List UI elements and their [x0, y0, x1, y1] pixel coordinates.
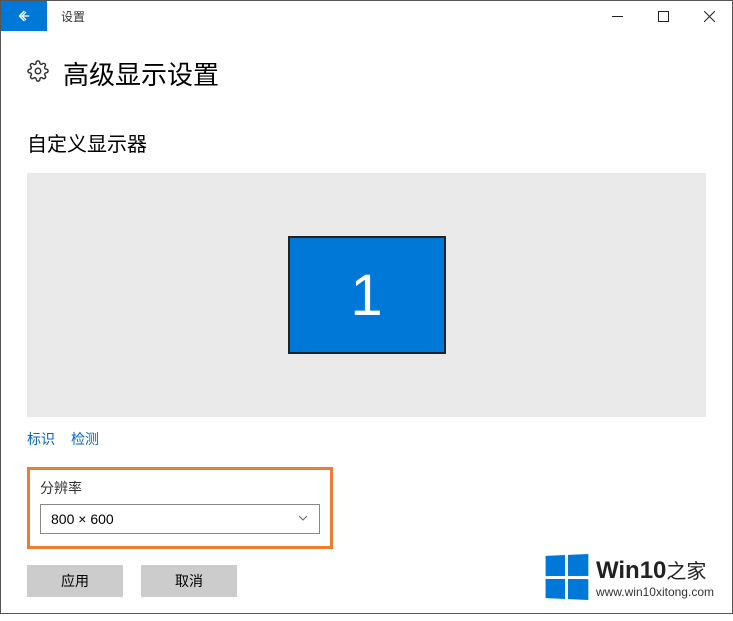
identify-link[interactable]: 标识 — [27, 429, 55, 449]
monitor-number: 1 — [350, 262, 382, 329]
resolution-block: 分辨率 800 × 600 — [27, 467, 333, 549]
titlebar: 设置 — [1, 1, 732, 31]
display-preview-area[interactable]: 1 — [27, 173, 706, 417]
resolution-value: 800 × 600 — [51, 511, 114, 527]
page-title: 高级显示设置 — [63, 55, 219, 92]
page-header: 高级显示设置 — [27, 55, 706, 92]
watermark: Win10之家 www.win10xitong.com — [544, 555, 714, 599]
monitor-tile[interactable]: 1 — [288, 236, 446, 354]
minimize-button[interactable] — [594, 1, 640, 31]
gear-icon — [27, 60, 49, 87]
window-title: 设置 — [47, 1, 594, 31]
watermark-url: www.win10xitong.com — [596, 585, 714, 599]
resolution-label: 分辨率 — [40, 478, 320, 498]
arrow-left-icon — [16, 8, 32, 24]
windows-logo-icon — [545, 554, 588, 600]
apply-button[interactable]: 应用 — [27, 565, 123, 597]
resolution-select[interactable]: 800 × 600 — [40, 504, 320, 534]
detect-link[interactable]: 检测 — [71, 429, 99, 449]
minimize-icon — [612, 11, 623, 22]
cancel-button[interactable]: 取消 — [141, 565, 237, 597]
chevron-down-icon — [297, 511, 309, 527]
back-button[interactable] — [1, 1, 47, 31]
window-controls — [594, 1, 732, 31]
watermark-brand: Win10之家 — [596, 555, 714, 585]
maximize-icon — [658, 11, 669, 22]
close-icon — [704, 11, 715, 22]
close-button[interactable] — [686, 1, 732, 31]
display-links: 标识 检测 — [27, 429, 706, 449]
maximize-button[interactable] — [640, 1, 686, 31]
section-title-custom-display: 自定义显示器 — [27, 128, 706, 157]
content-area: 高级显示设置 自定义显示器 1 标识 检测 分辨率 800 × 600 应用 取… — [1, 31, 732, 621]
watermark-text: Win10之家 www.win10xitong.com — [596, 555, 714, 599]
